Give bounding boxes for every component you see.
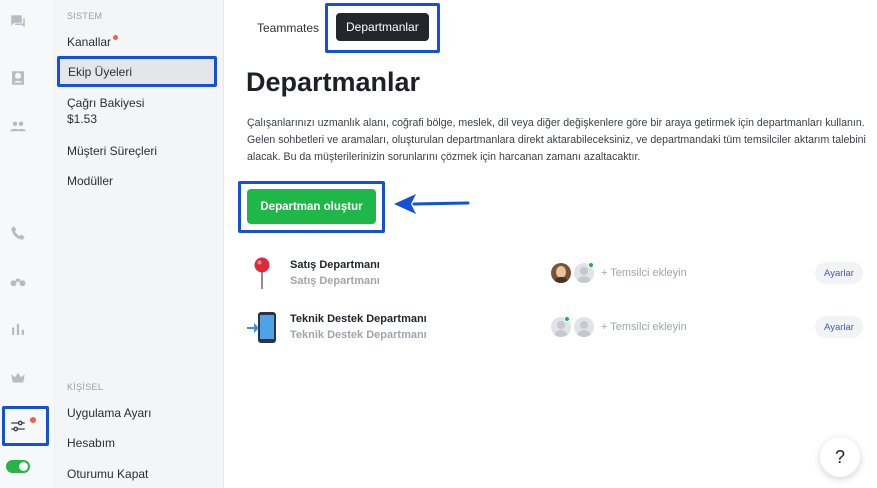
online-indicator bbox=[564, 316, 570, 322]
tab-departments[interactable]: Departmanlar bbox=[336, 13, 429, 41]
phone-icon[interactable] bbox=[8, 223, 28, 243]
crown-icon[interactable] bbox=[8, 368, 28, 388]
system-section-label: SISTEM bbox=[67, 11, 103, 21]
contacts-icon[interactable] bbox=[8, 116, 28, 136]
tab-teammates[interactable]: Teammates bbox=[257, 14, 319, 42]
department-settings-button[interactable]: Ayarlar bbox=[815, 316, 863, 338]
department-subtitle: Teknik Destek Departmanı bbox=[290, 329, 427, 341]
department-row[interactable]: Teknik Destek Departmanı Teknik Destek D… bbox=[245, 310, 867, 350]
bar-chart-icon[interactable] bbox=[8, 319, 28, 339]
sidebar-item-customer-processes[interactable]: Müşteri Süreçleri bbox=[67, 143, 157, 159]
status-toggle[interactable] bbox=[6, 460, 30, 473]
page-title: Departmanlar bbox=[246, 67, 421, 97]
department-name: Teknik Destek Departmanı bbox=[290, 313, 427, 325]
agent-avatars: + Temsilci ekleyin bbox=[551, 262, 687, 284]
notification-dot bbox=[113, 35, 119, 40]
sidebar-item-label: Kanallar bbox=[67, 35, 112, 49]
help-button[interactable]: ? bbox=[820, 437, 860, 477]
sidebar-item-app-settings[interactable]: Uygulama Ayarı bbox=[67, 405, 152, 421]
icon-rail bbox=[0, 0, 55, 488]
settings-sidebar: SISTEM Kanallar Ekip Üyeleri Çağrı Bakiy… bbox=[55, 0, 224, 488]
sidebar-item-account[interactable]: Hesabım bbox=[67, 435, 115, 451]
department-name: Satış Departmanı bbox=[290, 259, 380, 271]
sidebar-item-label: Uygulama Ayarı bbox=[67, 406, 152, 420]
sidebar-item-label: Ekip Üyeleri bbox=[68, 65, 133, 79]
pushpin-icon bbox=[254, 257, 270, 289]
sidebar-item-label: Oturumu Kapat bbox=[67, 467, 149, 481]
online-indicator bbox=[588, 262, 594, 268]
department-row[interactable]: Satış Departmanı Satış Departmanı + Tems… bbox=[245, 256, 867, 296]
binoculars-icon[interactable] bbox=[8, 271, 28, 291]
sidebar-item-label: Çağrı Bakiyesi bbox=[67, 96, 145, 110]
chat-icon[interactable] bbox=[8, 12, 28, 32]
arrow-left-icon bbox=[394, 194, 470, 214]
sidebar-item-logout[interactable]: Oturumu Kapat bbox=[67, 466, 148, 482]
department-subtitle: Satış Departmanı bbox=[290, 275, 380, 287]
sidebar-item-label: Modüller bbox=[67, 174, 114, 188]
avatar bbox=[551, 263, 571, 283]
sidebar-item-call-balance[interactable]: Çağrı Bakiyesi $1.53 bbox=[67, 95, 144, 127]
sidebar-item-channels[interactable]: Kanallar bbox=[67, 34, 119, 50]
sidebar-item-modules[interactable]: Modüller bbox=[67, 173, 113, 189]
notification-dot bbox=[30, 417, 36, 423]
personal-section-label: KİŞİSEL bbox=[67, 382, 104, 392]
agent-avatars: + Temsilci ekleyin bbox=[551, 316, 687, 338]
create-department-button[interactable]: Departman oluştur bbox=[247, 189, 376, 224]
sidebar-item-team-members[interactable]: Ekip Üyeleri bbox=[57, 56, 217, 87]
balance-value: $1.53 bbox=[67, 112, 98, 126]
inbox-icon[interactable] bbox=[8, 68, 28, 88]
department-settings-button[interactable]: Ayarlar bbox=[815, 262, 863, 284]
avatar bbox=[574, 317, 594, 337]
add-agent-link[interactable]: + Temsilci ekleyin bbox=[601, 321, 687, 333]
sidebar-item-label: Müşteri Süreçleri bbox=[67, 144, 158, 158]
sliders-highlight bbox=[2, 406, 49, 446]
sidebar-item-label: Hesabım bbox=[67, 436, 116, 450]
add-agent-link[interactable]: + Temsilci ekleyin bbox=[601, 267, 687, 279]
mobile-incoming-icon bbox=[247, 312, 276, 343]
page-description: Çalışanlarınızı uzmanlık alanı, coğrafi … bbox=[247, 117, 866, 163]
